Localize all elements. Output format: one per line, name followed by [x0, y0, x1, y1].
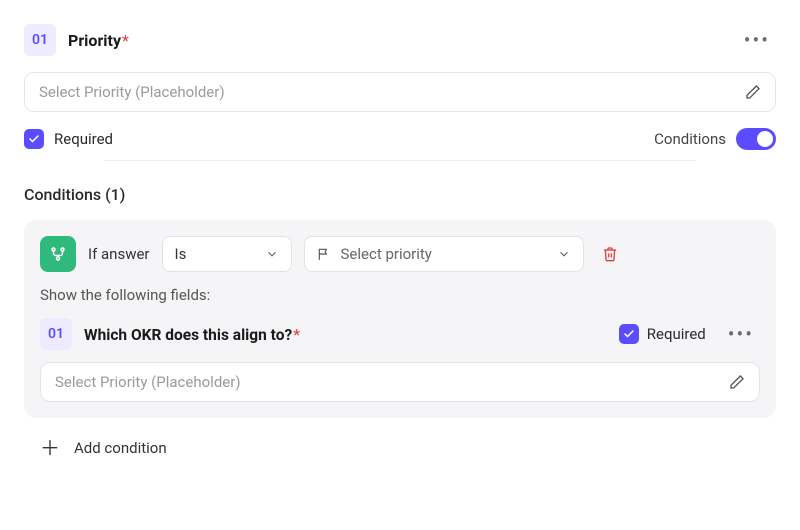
value-select[interactable]: Select priority — [304, 236, 584, 272]
subfield-header: 01 Which OKR does this align to?* Requir… — [40, 318, 760, 350]
branch-icon — [40, 236, 76, 272]
field-placeholder-text: Select Priority (Placeholder) — [39, 83, 225, 101]
if-answer-label: If answer — [88, 245, 150, 263]
field-title: Priority — [68, 31, 121, 50]
operator-value: Is — [175, 245, 187, 263]
subfield-more-menu[interactable]: ••• — [722, 320, 760, 348]
conditions-toggle-label: Conditions — [654, 130, 726, 148]
pencil-icon[interactable] — [745, 84, 761, 100]
conditions-heading: Conditions (1) — [24, 185, 776, 204]
conditions-toggle[interactable] — [736, 128, 776, 150]
field-placeholder-input[interactable]: Select Priority (Placeholder) — [24, 72, 776, 112]
required-checkbox[interactable] — [24, 129, 44, 149]
required-star: * — [122, 31, 129, 50]
field-header: 01 Priority* ••• — [24, 24, 776, 56]
subfield-title: Which OKR does this align to? — [84, 326, 292, 344]
subfield-required-label: Required — [647, 325, 706, 343]
subfield-title-wrap: Which OKR does this align to?* — [84, 325, 300, 344]
required-label: Required — [54, 130, 113, 148]
subfield-required-wrap: Required — [619, 324, 706, 344]
subfield-placeholder-text: Select Priority (Placeholder) — [55, 373, 241, 391]
field-number-badge: 01 — [24, 24, 56, 56]
conditions-panel: If answer Is Select priority Show the fo… — [24, 220, 776, 418]
subfield-number-badge: 01 — [40, 318, 72, 350]
pencil-icon[interactable] — [729, 374, 745, 390]
chevron-down-icon — [557, 247, 571, 261]
field-more-menu[interactable]: ••• — [738, 26, 776, 54]
subfield-required-checkbox[interactable] — [619, 324, 639, 344]
subfield-placeholder-input[interactable]: Select Priority (Placeholder) — [40, 362, 760, 402]
field-options-row: Required Conditions — [24, 128, 776, 150]
add-condition-button[interactable]: ＋ Add condition — [24, 438, 776, 458]
add-condition-label: Add condition — [74, 439, 167, 457]
flag-icon — [317, 247, 331, 261]
divider — [104, 160, 696, 161]
value-placeholder: Select priority — [341, 245, 432, 263]
condition-row: If answer Is Select priority — [40, 236, 760, 272]
plus-icon: ＋ — [40, 438, 60, 458]
field-title-wrap: Priority* — [68, 31, 129, 50]
delete-condition-button[interactable] — [596, 240, 624, 268]
operator-select[interactable]: Is — [162, 236, 292, 272]
chevron-down-icon — [265, 247, 279, 261]
required-star: * — [293, 325, 300, 344]
show-fields-label: Show the following fields: — [40, 286, 760, 304]
